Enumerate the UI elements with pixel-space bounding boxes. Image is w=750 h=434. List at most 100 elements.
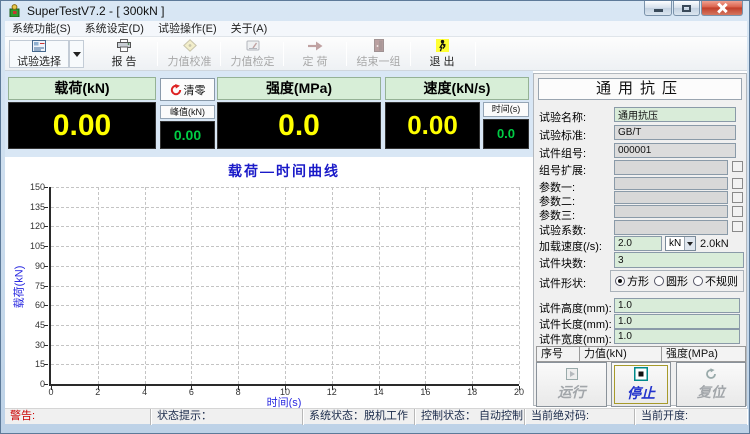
test-name-input[interactable] bbox=[614, 107, 736, 122]
peak-value: 0.00 bbox=[160, 121, 215, 149]
menu-bar: 系统功能(S) 系统设定(D) 试验操作(E) 关于(A) bbox=[5, 21, 747, 37]
peak-label: 峰值(kN) bbox=[160, 105, 215, 119]
chevron-down-icon bbox=[73, 52, 81, 57]
strength-display-value: 0.0 bbox=[217, 102, 381, 149]
toolbar-separator bbox=[157, 42, 158, 66]
menu-test-operations[interactable]: 试验操作(E) bbox=[151, 21, 224, 37]
param2-checkbox[interactable] bbox=[732, 192, 743, 203]
chevron-down-icon bbox=[687, 242, 693, 246]
shape-radio-group: 方形 圆形 不规则 bbox=[610, 270, 744, 292]
rate-unit-dropdown[interactable] bbox=[684, 237, 695, 250]
test-coef-input[interactable] bbox=[614, 220, 728, 235]
test-standard-input[interactable] bbox=[614, 125, 736, 140]
rate-text: 2.0kN bbox=[700, 238, 729, 250]
specimen-width-input[interactable] bbox=[614, 329, 740, 344]
block-count-input[interactable] bbox=[614, 252, 744, 268]
load-rate-input[interactable] bbox=[614, 236, 662, 251]
status-opening: 当前开度: bbox=[636, 409, 747, 425]
close-button[interactable] bbox=[701, 1, 743, 16]
y-tick-label: 30 bbox=[35, 340, 45, 350]
test-select-icon bbox=[32, 40, 46, 52]
y-tick-label: 75 bbox=[35, 281, 45, 291]
minimize-button[interactable] bbox=[644, 1, 672, 16]
group-number-label: 试件组号: bbox=[539, 145, 586, 161]
x-gridline bbox=[519, 187, 520, 384]
param3-checkbox[interactable] bbox=[732, 206, 743, 217]
param1-input[interactable] bbox=[614, 177, 728, 190]
test-type-title: 通用抗压 bbox=[538, 78, 742, 100]
constant-load-arrow-icon bbox=[307, 40, 323, 52]
specimen-length-input[interactable] bbox=[614, 314, 740, 329]
clear-rotate-icon bbox=[170, 84, 182, 96]
constant-load-button[interactable]: 定 荷 bbox=[287, 40, 343, 68]
report-label: 报 告 bbox=[111, 53, 136, 69]
report-button[interactable]: 报 告 bbox=[95, 40, 153, 68]
run-button-label: 运行 bbox=[558, 382, 586, 402]
test-select-button[interactable]: 试验选择 bbox=[9, 40, 69, 68]
run-button[interactable]: 运行 bbox=[536, 362, 607, 407]
verification-gauge-icon bbox=[246, 39, 260, 52]
force-verification-button[interactable]: 力值检定 bbox=[224, 40, 281, 68]
stop-icon bbox=[634, 367, 648, 381]
test-select-dropdown[interactable] bbox=[69, 40, 84, 68]
y-gridline bbox=[51, 364, 519, 365]
y-gridline bbox=[51, 246, 519, 247]
time-label: 时间(s) bbox=[483, 102, 529, 117]
specimen-height-label: 试件高度(mm): bbox=[539, 300, 612, 316]
end-group-button[interactable]: 结束一组 bbox=[350, 40, 407, 68]
y-gridline bbox=[51, 305, 519, 306]
block-count-label: 试件块数: bbox=[539, 255, 586, 271]
toolbar-separator bbox=[220, 42, 221, 66]
y-tick-label: 15 bbox=[35, 359, 45, 369]
param1-checkbox[interactable] bbox=[732, 178, 743, 189]
title-bar: SuperTestV7.2 - [ 300kN ] bbox=[1, 1, 750, 21]
menu-system-functions[interactable]: 系统功能(S) bbox=[5, 21, 78, 37]
column-force[interactable]: 力值(kN) bbox=[580, 346, 662, 362]
stop-button[interactable]: 停止 bbox=[611, 362, 671, 407]
reset-button[interactable]: 复位 bbox=[676, 362, 746, 407]
end-group-label: 结束一组 bbox=[357, 53, 401, 69]
y-tick-label: 150 bbox=[30, 182, 45, 192]
chart-y-axis-label: 载荷(kN) bbox=[10, 187, 26, 386]
y-tick-label: 60 bbox=[35, 300, 45, 310]
stop-button-label: 停止 bbox=[627, 383, 655, 403]
rate-unit-select[interactable]: kN bbox=[665, 236, 696, 251]
status-system-state: 系统状态：脱机工作 bbox=[304, 409, 415, 425]
main-area: 载荷(kN) 0.00 清零 峰值(kN) 0.00 强度(MPa) 0.0 速… bbox=[5, 71, 747, 408]
y-tick-label: 0 bbox=[40, 379, 45, 389]
group-ext-label: 组号扩展: bbox=[539, 162, 586, 178]
menu-about[interactable]: 关于(A) bbox=[224, 21, 275, 37]
radio-selected-icon bbox=[615, 276, 625, 286]
maximize-icon bbox=[682, 5, 691, 12]
shape-option-circle[interactable]: 圆形 bbox=[654, 273, 688, 289]
exit-button[interactable]: 退 出 bbox=[414, 40, 470, 68]
y-gridline bbox=[51, 345, 519, 346]
end-group-door-icon bbox=[374, 39, 384, 52]
clear-button[interactable]: 清零 bbox=[160, 78, 215, 101]
minimize-icon bbox=[654, 9, 663, 12]
exit-person-icon bbox=[436, 39, 449, 52]
specimen-height-input[interactable] bbox=[614, 298, 740, 313]
maximize-button[interactable] bbox=[673, 1, 700, 16]
constant-load-label: 定 荷 bbox=[302, 53, 327, 69]
param2-input[interactable] bbox=[614, 191, 728, 204]
column-strength[interactable]: 强度(MPa) bbox=[662, 346, 746, 362]
group-ext-input[interactable] bbox=[614, 160, 728, 175]
y-tick-label: 135 bbox=[30, 202, 45, 212]
shape-option-square[interactable]: 方形 bbox=[615, 273, 649, 289]
group-ext-checkbox[interactable] bbox=[732, 161, 743, 172]
shape-option-irregular[interactable]: 不规则 bbox=[693, 273, 738, 289]
y-gridline bbox=[51, 187, 519, 188]
force-calibration-button[interactable]: 力值校准 bbox=[161, 40, 218, 68]
y-gridline bbox=[51, 207, 519, 208]
radio-icon bbox=[693, 276, 703, 286]
test-coef-checkbox[interactable] bbox=[732, 221, 743, 232]
radio-icon bbox=[654, 276, 664, 286]
group-number-input[interactable] bbox=[614, 143, 736, 158]
shape-option-label: 方形 bbox=[627, 273, 649, 289]
menu-system-settings[interactable]: 系统设定(D) bbox=[78, 21, 151, 37]
shape-option-label: 不规则 bbox=[705, 273, 738, 289]
param3-input[interactable] bbox=[614, 205, 728, 218]
column-index[interactable]: 序号 bbox=[536, 346, 580, 362]
toolbar-separator bbox=[346, 42, 347, 66]
